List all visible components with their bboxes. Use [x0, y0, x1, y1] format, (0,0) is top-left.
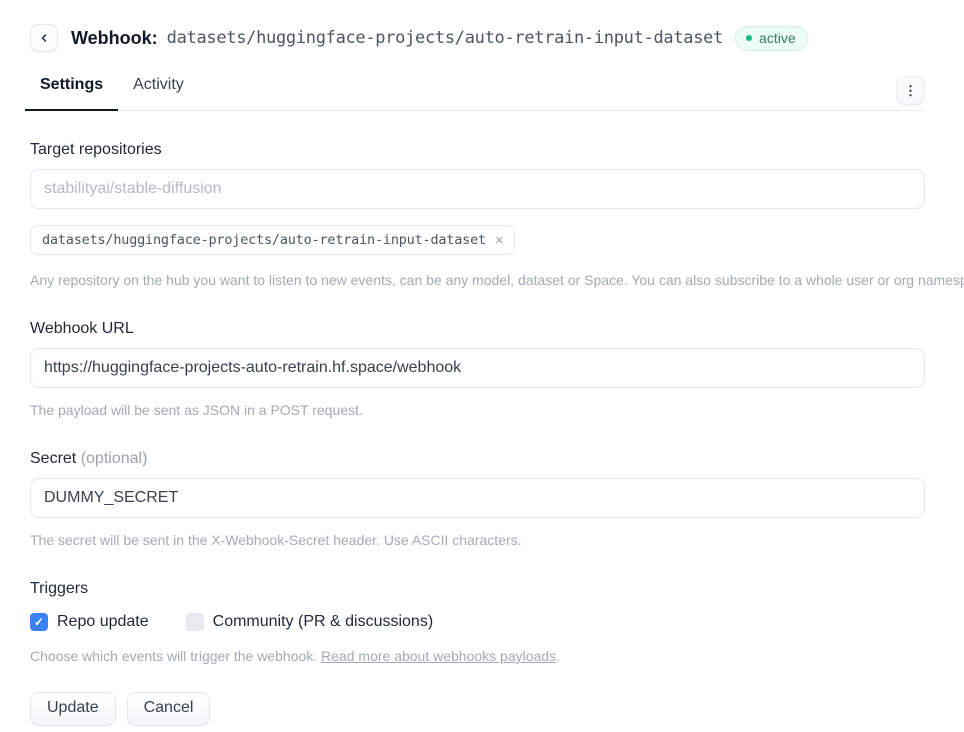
secret-optional-text: (optional)	[81, 450, 148, 467]
status-badge: active	[735, 26, 808, 51]
webhook-settings-page: Webhook: datasets/huggingface-projects/a…	[0, 0, 964, 726]
webhook-url-label: Webhook URL	[30, 318, 925, 340]
repo-chip: datasets/huggingface-projects/auto-retra…	[30, 225, 515, 255]
secret-label: Secret (optional)	[30, 448, 925, 470]
triggers-options: ✓ Repo update ✓ Community (PR & discussi…	[30, 613, 925, 631]
triggers-help-prefix: Choose which events will trigger the web…	[30, 648, 321, 664]
triggers-help: Choose which events will trigger the web…	[30, 646, 925, 666]
checkbox-repo-update-icon[interactable]: ✓	[30, 613, 48, 631]
close-icon: ×	[495, 232, 504, 249]
target-repositories-help: Any repository on the hub you want to li…	[30, 270, 925, 290]
form-actions: Update Cancel	[30, 692, 925, 726]
webhook-repo-path: datasets/huggingface-projects/auto-retra…	[167, 28, 723, 48]
update-button[interactable]: Update	[30, 692, 116, 726]
webhook-url-help: The payload will be sent as JSON in a PO…	[30, 400, 925, 420]
page-title: Webhook:	[71, 28, 158, 49]
kebab-menu-icon: ⋮	[904, 84, 917, 97]
checkbox-community-icon[interactable]: ✓	[186, 613, 204, 631]
webhook-url-section: Webhook URL The payload will be sent as …	[30, 318, 925, 420]
tab-activity[interactable]: Activity	[118, 74, 199, 110]
trigger-community[interactable]: ✓ Community (PR & discussions)	[186, 613, 434, 631]
tabs: Settings Activity	[25, 74, 925, 110]
cancel-button[interactable]: Cancel	[127, 692, 211, 726]
secret-help: The secret will be sent in the X-Webhook…	[30, 530, 925, 550]
status-badge-label: active	[759, 30, 796, 46]
trigger-repo-update-label: Repo update	[57, 613, 149, 631]
target-repositories-label: Target repositories	[30, 139, 925, 161]
overflow-menu-button[interactable]: ⋮	[896, 76, 925, 105]
status-dot-icon	[746, 35, 752, 41]
tab-settings[interactable]: Settings	[25, 74, 118, 110]
chevron-left-icon	[38, 32, 50, 44]
target-repositories-section: Target repositories datasets/huggingface…	[30, 139, 925, 290]
triggers-section: Triggers ✓ Repo update ✓ Community (PR &…	[30, 578, 925, 666]
target-repositories-input[interactable]	[30, 169, 925, 209]
repo-chip-label: datasets/huggingface-projects/auto-retra…	[42, 232, 486, 248]
secret-label-text: Secret	[30, 450, 76, 467]
secret-section: Secret (optional) The secret will be sen…	[30, 448, 925, 550]
trigger-community-label: Community (PR & discussions)	[213, 613, 434, 631]
webhook-url-input[interactable]	[30, 348, 925, 388]
page-header: Webhook: datasets/huggingface-projects/a…	[30, 24, 925, 52]
back-button[interactable]	[30, 24, 58, 52]
repo-chip-remove-button[interactable]: ×	[495, 233, 504, 248]
tab-bar: Settings Activity ⋮	[30, 74, 925, 111]
triggers-label: Triggers	[30, 578, 925, 600]
secret-input[interactable]	[30, 478, 925, 518]
triggers-help-suffix: .	[556, 648, 560, 664]
selected-repos-row: datasets/huggingface-projects/auto-retra…	[30, 225, 925, 255]
webhooks-payloads-link[interactable]: Read more about webhooks payloads	[321, 648, 556, 664]
trigger-repo-update[interactable]: ✓ Repo update	[30, 613, 149, 631]
